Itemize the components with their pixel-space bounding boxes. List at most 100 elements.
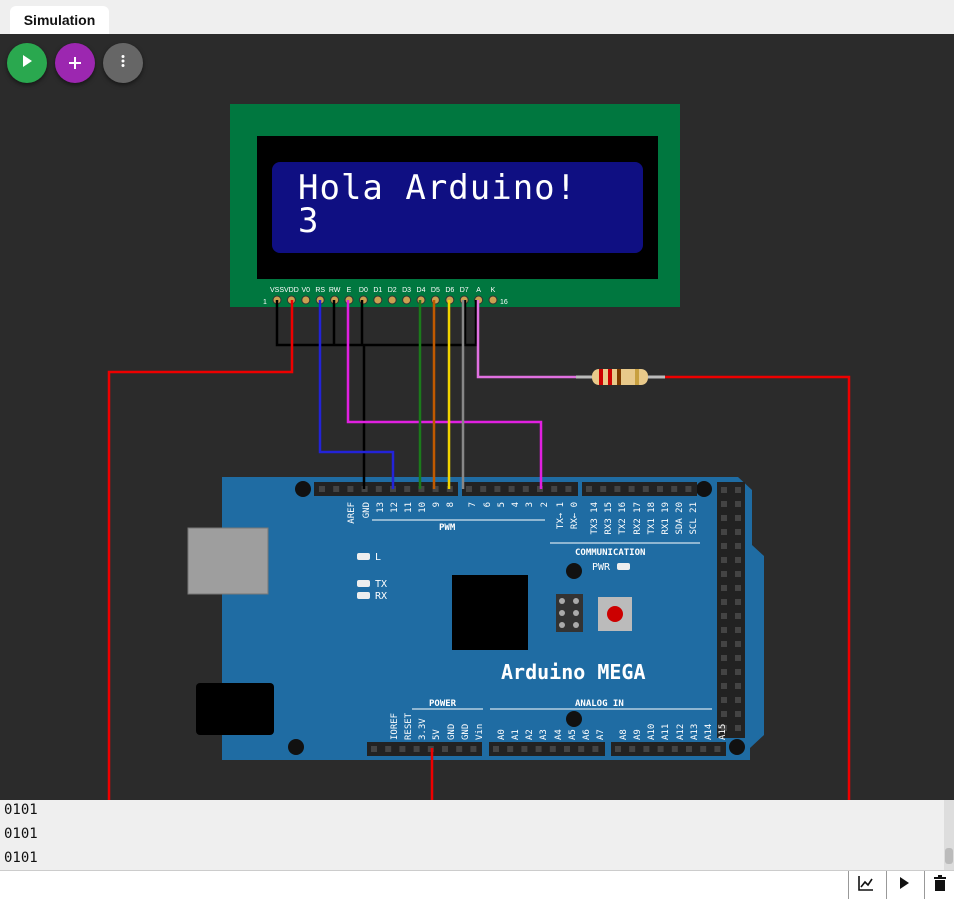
- board-pin-label: 12: [390, 502, 400, 513]
- board-pin-label: RX1 19: [661, 502, 671, 535]
- mcu-chip: [452, 575, 528, 650]
- board-pin-label: RX← 0: [570, 502, 580, 529]
- board-pin-label: TX3 14: [590, 502, 600, 535]
- serial-toolbar: [0, 870, 954, 899]
- board-pin-label: A8: [619, 729, 629, 740]
- lcd-pin-label: A: [476, 287, 481, 294]
- board-pin-label: A9: [633, 729, 643, 740]
- board-pin-label: 2: [540, 502, 550, 507]
- board-pin-label: A5: [568, 729, 578, 740]
- board-pin-label: GND: [447, 724, 457, 740]
- lcd-pin-first: 1: [263, 299, 267, 306]
- board-pin-label: 10: [418, 502, 428, 513]
- wire-backlight-a: [476, 300, 576, 379]
- board-pin-label: A14: [704, 724, 714, 740]
- serial-line: 0101: [4, 802, 38, 818]
- serial-monitor[interactable]: 0101 0101 0101: [0, 800, 954, 870]
- label-led-rx: RX: [375, 591, 387, 602]
- board-pin-label: TX2 16: [618, 502, 628, 535]
- label-led-tx: TX: [375, 579, 387, 590]
- board-name: Arduino MEGA: [501, 660, 646, 684]
- arduino-mega-board[interactable]: L TX RX PWR Arduino MEGA PWM COMMUNICATI…: [187, 477, 764, 760]
- resistor[interactable]: [576, 369, 665, 385]
- board-pin-label: 8: [446, 502, 456, 507]
- board-pin-label: 4: [511, 502, 521, 507]
- plotter-button[interactable]: [848, 871, 883, 899]
- more-options-button[interactable]: [103, 43, 143, 83]
- serial-play-button[interactable]: [886, 871, 921, 899]
- label-analog-in: ANALOG IN: [575, 699, 624, 709]
- board-pin-label: 7: [468, 502, 478, 507]
- more-vertical-icon: [116, 54, 130, 73]
- board-pin-label: A0: [497, 729, 507, 740]
- led-pwr: [617, 563, 630, 570]
- header-analog-2: [611, 742, 726, 756]
- board-pin-label: A4: [554, 729, 564, 740]
- label-pwm: PWM: [439, 523, 456, 533]
- board-pin-label: 11: [404, 502, 414, 513]
- board-pin-label: RESET: [404, 712, 414, 740]
- lcd-pin-last: 16: [500, 299, 508, 306]
- board-pin-label: 3: [525, 502, 535, 507]
- board-pin-label: A3: [539, 729, 549, 740]
- lcd-pin-label: D4: [417, 287, 426, 294]
- board-pin-label: A15: [718, 724, 728, 740]
- serial-output: 0101 0101 0101: [4, 801, 38, 870]
- lcd-pin-label: D0: [359, 287, 368, 294]
- board-pin-label: A7: [596, 729, 606, 740]
- led-tx: [357, 580, 370, 587]
- trash-icon: [933, 874, 947, 896]
- board-pin-label: RX2 17: [633, 502, 643, 535]
- board-pin-label: A11: [661, 724, 671, 740]
- board-pin-label: TX1 18: [647, 502, 657, 535]
- run-simulation-button[interactable]: [7, 43, 47, 83]
- led-l: [357, 553, 370, 560]
- board-pin-label: GND: [461, 724, 471, 740]
- lcd-pin-label: RS: [315, 287, 325, 294]
- header-top-3: [582, 482, 697, 496]
- board-pin-label: A13: [690, 724, 700, 740]
- led-rx: [357, 592, 370, 599]
- play-icon: [20, 54, 34, 73]
- lcd-line-1: Hola Arduino!: [298, 168, 578, 208]
- usb-connector: [187, 527, 269, 595]
- board-pin-label: TX→ 1: [556, 502, 566, 529]
- board-pin-label: 3.3V: [418, 718, 428, 740]
- board-pin-label: SCL 21: [689, 502, 699, 535]
- serial-line: 0101: [4, 826, 38, 842]
- label-communication: COMMUNICATION: [575, 548, 645, 558]
- lcd-pin[interactable]: [387, 295, 397, 305]
- chart-line-icon: [857, 874, 875, 897]
- lcd-pin-label: VSS: [270, 287, 284, 294]
- wire-e: [346, 300, 543, 489]
- add-part-button[interactable]: [55, 43, 95, 83]
- serial-scrollbar-thumb[interactable]: [945, 848, 953, 864]
- lcd-pin-label: D1: [373, 287, 382, 294]
- lcd-display-text: Hola Arduino! 3: [298, 168, 578, 241]
- board-pin-label: 6: [483, 502, 493, 507]
- lcd-pin[interactable]: [373, 295, 383, 305]
- lcd-pin[interactable]: [488, 295, 498, 305]
- lcd-pin[interactable]: [402, 295, 412, 305]
- header-analog-1: [489, 742, 605, 756]
- board-pin-label: A1: [511, 729, 521, 740]
- power-jack: [196, 683, 274, 735]
- clear-serial-button[interactable]: [924, 871, 954, 899]
- lcd-pin-label: D6: [445, 287, 454, 294]
- header-top-2: [462, 482, 578, 496]
- board-pin-label: A2: [525, 729, 535, 740]
- board-pin-label: 13: [376, 502, 386, 513]
- board-pin-label: A6: [582, 729, 592, 740]
- label-power: POWER: [429, 699, 457, 709]
- header-power: [367, 742, 482, 756]
- board-pin-label: 5: [497, 502, 507, 507]
- board-pin-label: 5V: [432, 729, 442, 740]
- lcd-pin[interactable]: [430, 295, 440, 305]
- board-pin-label: A10: [647, 724, 657, 740]
- lcd-pin-label: RW: [329, 287, 341, 294]
- lcd-line-2: 3: [298, 201, 320, 241]
- lcd-pin[interactable]: [301, 295, 311, 305]
- lcd-pin[interactable]: [358, 295, 368, 305]
- lcd-pin-label: D5: [431, 287, 440, 294]
- plus-icon: [68, 51, 82, 75]
